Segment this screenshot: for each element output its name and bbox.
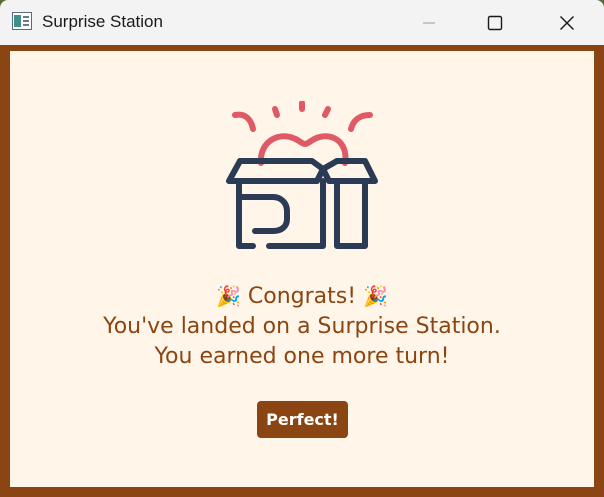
message-line: You earned one more turn! — [154, 344, 450, 369]
app-window: Surprise Station 🎉 Congrats! 🎉 You've la… — [0, 0, 604, 497]
close-icon — [560, 15, 574, 30]
dialog-content: 🎉 Congrats! 🎉 You've landed on a Surpris… — [10, 51, 594, 487]
window-title: Surprise Station — [42, 12, 163, 31]
maximize-icon — [487, 15, 503, 30]
app-icon — [12, 12, 32, 30]
congrats-heading: 🎉 Congrats! 🎉 — [10, 282, 594, 311]
minimize-button[interactable] — [406, 0, 452, 45]
title-bar[interactable]: Surprise Station — [0, 0, 604, 45]
gift-box-heart-icon — [226, 101, 378, 249]
minimize-icon — [423, 22, 435, 23]
party-popper-icon: 🎉 — [216, 284, 241, 308]
message-line: You've landed on a Surprise Station. — [103, 314, 501, 339]
close-button[interactable] — [544, 0, 590, 45]
perfect-button[interactable]: Perfect! — [257, 401, 348, 438]
party-popper-icon: 🎉 — [363, 284, 388, 308]
maximize-button[interactable] — [472, 0, 518, 45]
congrats-text: Congrats! — [247, 284, 357, 309]
